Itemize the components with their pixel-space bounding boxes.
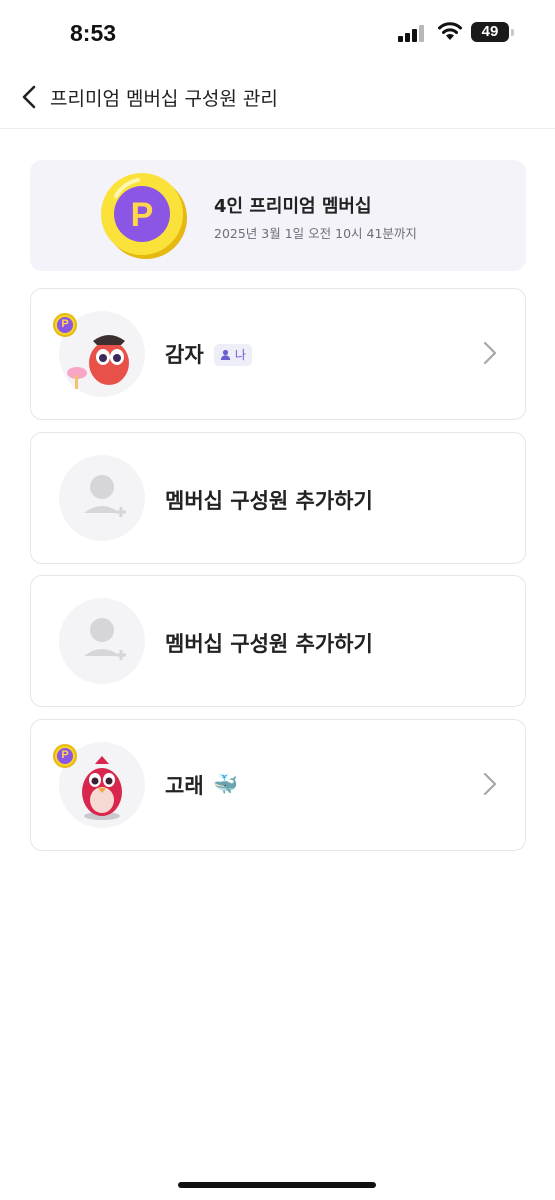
add-member-label: 멤버십 구성원 추가하기 bbox=[165, 632, 373, 656]
chevron-right-icon bbox=[483, 772, 497, 796]
status-bar: 8:53 49 bbox=[0, 0, 555, 66]
page-title: 프리미엄 멤버십 구성원 관리 bbox=[50, 88, 278, 110]
whale-emoji: 🐳 bbox=[213, 772, 238, 796]
add-person-icon bbox=[84, 618, 126, 660]
plan-title: 4인 프리미엄 멤버십 bbox=[214, 196, 372, 217]
empty-avatar bbox=[59, 598, 145, 684]
member-name: 고래 bbox=[165, 774, 204, 798]
person-icon bbox=[220, 349, 231, 360]
add-person-icon bbox=[84, 475, 126, 517]
add-member-label: 멤버십 구성원 추가하기 bbox=[165, 489, 373, 513]
add-member-row[interactable]: 멤버십 구성원 추가하기 bbox=[30, 432, 526, 564]
member-row-gorae[interactable]: P 고래 🐳 bbox=[30, 719, 526, 851]
battery-icon: 49 bbox=[471, 22, 514, 42]
plan-expiry-date: 2025년 3월 1일 오전 10시 41분까지 bbox=[214, 226, 417, 241]
cellular-signal-icon bbox=[398, 24, 428, 42]
chevron-right-icon bbox=[483, 341, 497, 365]
navigation-bar: 프리미엄 멤버십 구성원 관리 bbox=[0, 66, 555, 129]
wifi-icon bbox=[438, 22, 462, 40]
svg-text:P: P bbox=[131, 196, 154, 234]
member-name: 감자 bbox=[165, 343, 204, 367]
premium-badge-icon: P bbox=[53, 744, 77, 768]
status-time: 8:53 bbox=[70, 20, 117, 46]
premium-badge-icon: P bbox=[53, 313, 77, 337]
membership-plan-card: P 4인 프리미엄 멤버십 2025년 3월 1일 오전 10시 41분까지 bbox=[30, 160, 526, 271]
back-arrow-icon[interactable] bbox=[16, 82, 44, 112]
premium-coin-icon: P bbox=[101, 173, 187, 259]
me-tag: 나 bbox=[214, 344, 252, 366]
member-row-gamja[interactable]: P 감자 나 bbox=[30, 288, 526, 420]
empty-avatar bbox=[59, 455, 145, 541]
home-indicator[interactable] bbox=[178, 1182, 376, 1188]
add-member-row[interactable]: 멤버십 구성원 추가하기 bbox=[30, 575, 526, 707]
